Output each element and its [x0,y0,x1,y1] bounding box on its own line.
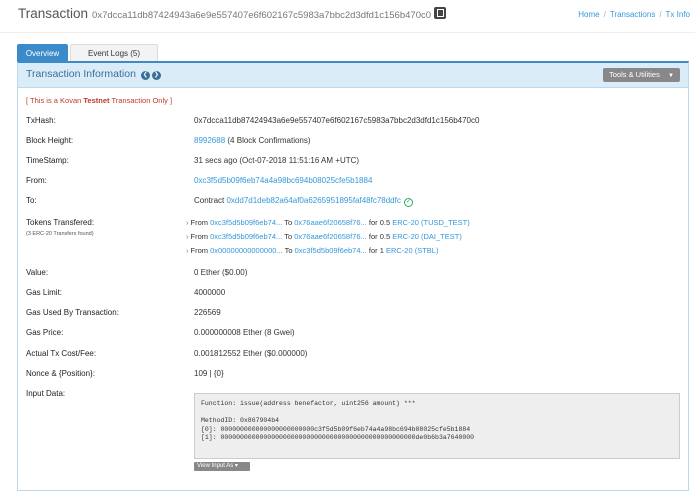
gas-limit-value: 4000000 [194,288,226,297]
input-line [201,409,673,418]
gas-used-label: Gas Used By Transaction: [26,308,119,317]
tools-utilities-button[interactable]: Tools & Utilities ▼ [603,68,680,82]
value-value: 0 Ether ($0.00) [194,268,248,277]
block-link[interactable]: 8992688 [194,136,225,145]
token-amount: 1 [379,246,384,255]
to-label: To: [26,196,37,205]
tx-cost-label: Actual Tx Cost/Fee: [26,349,97,358]
header-divider [0,32,695,33]
prev-arrow-icon[interactable]: ❮ [140,71,150,80]
token-link[interactable]: ERC-20 (TUSD_TEST) [392,218,470,227]
token-to-link[interactable]: 0xc3f5d5b09f6eb74... [295,246,367,255]
block-confirmations: (4 Block Confirmations) [227,136,311,145]
token-amount: 0.5 [379,232,391,241]
input-line: MethodID: 0x867904b4 [201,417,280,425]
gas-price-label: Gas Price: [26,328,64,337]
verified-check-icon: ✓ [403,198,413,207]
caret-down-icon: ▾ [234,463,238,469]
page-title: Transaction 0x7dcca11db87424943a6e9e55740… [18,6,447,21]
txhash-value: 0x7dcca11db87424943a6e9e557407e6f602167c… [194,116,480,125]
panel-title: Transaction Information ❮ ❯ [26,68,161,80]
arrow-right-icon: › [186,232,189,241]
token-from-link[interactable]: 0xc3f5d5b09f6eb74... [210,232,282,241]
nonce-label: Nonce & {Position}: [26,369,95,378]
notice-post: Transaction Only ] [109,96,173,105]
txhash-label: TxHash: [26,116,56,125]
block-value: 8992688 (4 Block Confirmations) [194,136,311,145]
from-address-link[interactable]: 0xc3f5d5b09f6eb74a4a98bc694b08025cfe5b18… [194,176,372,185]
gas-price-value: 0.000000008 Ether (8 Gwei) [194,328,295,337]
to-prefix: Contract [194,196,225,205]
tokens-label: Tokens Transfered: [26,218,95,227]
breadcrumb: Home / Transactions / Tx Info [578,10,690,19]
token-from-link[interactable]: 0xc3f5d5b09f6eb74... [210,218,282,227]
notice-pre: [ This is a Kovan [26,96,84,105]
breadcrumb-transactions[interactable]: Transactions [610,10,656,19]
token-link[interactable]: ERC-20 (STBL) [386,246,439,255]
breadcrumb-separator: / [603,10,606,19]
tab-event-logs[interactable]: Event Logs (5) [70,44,158,61]
token-to-link[interactable]: 0x76aae6f20658f76... [294,232,367,241]
token-transfer-row: › From 0xc3f5d5b09f6eb74... To 0x76aae6f2… [186,232,462,241]
nonce-value: 109 | {0} [194,369,224,378]
timestamp-label: TimeStamp: [26,156,69,165]
tools-label: Tools & Utilities [609,70,660,79]
to-value: Contract 0xdd7d1deb82a64af0a6265951895fa… [194,196,413,207]
token-to-link[interactable]: 0x76aae6f20658f76... [294,218,367,227]
page-header: Transaction 0x7dcca11db87424943a6e9e55740… [18,6,690,24]
title-text: Transaction [18,6,89,21]
tx-cost-value: 0.001812552 Ether ($0.000000) [194,349,308,358]
caret-down-icon: ▼ [668,73,674,79]
breadcrumb-current: Tx Info [665,10,690,19]
to-contract-link[interactable]: 0xdd7d1deb82a64af0a6265951895faf48fc78dd… [226,196,400,205]
breadcrumb-separator: / [659,10,662,19]
block-label: Block Height: [26,136,74,145]
tokens-sublabel: (3 ERC-20 Transfers found) [26,231,94,237]
transaction-panel: Transaction Information ❮ ❯ Tools & Utili… [17,61,689,491]
input-data-label: Input Data: [26,389,66,398]
token-from-link[interactable]: 0x00000000000000... [210,246,283,255]
token-link[interactable]: ERC-20 (DAI_TEST) [392,232,462,241]
view-input-as-button[interactable]: View Input As ▾ [194,462,250,471]
tab-overview[interactable]: Overview [17,44,68,61]
notice-bold: Testnet [83,96,110,105]
token-transfer-row: › From 0xc3f5d5b09f6eb74... To 0x76aae6f2… [186,218,470,227]
view-input-label: View Input As [197,463,234,469]
arrow-right-icon: › [186,218,189,227]
testnet-notice: [ This is a Kovan Testnet Transaction On… [26,96,172,105]
panel-title-text: Transaction Information [26,68,136,80]
token-transfer-row: › From 0x00000000000000... To 0xc3f5d5b09… [186,246,439,255]
gas-used-value: 226569 [194,308,221,317]
arrow-right-icon: › [186,246,189,255]
token-amount: 0.5 [379,218,391,227]
title-hash: 0x7dcca11db87424943a6e9e557407e6f602167c… [92,10,432,21]
input-line: Function: issue(address benefactor, uint… [201,400,416,407]
value-label: Value: [26,268,49,277]
input-line: [0]: 000000000000000000000000c3f5d5b09f6… [201,425,471,433]
timestamp-value: 31 secs ago (Oct-07-2018 11:51:16 AM +UT… [194,156,360,165]
next-arrow-icon[interactable]: ❯ [151,71,161,80]
input-data-textarea[interactable]: Function: issue(address benefactor, uint… [194,393,680,459]
panel-header: Transaction Information ❮ ❯ Tools & Utili… [18,63,688,88]
breadcrumb-home[interactable]: Home [578,10,599,19]
copy-icon[interactable] [434,7,447,19]
gas-limit-label: Gas Limit: [26,288,63,297]
input-line: [1]: 00000000000000000000000000000000000… [201,434,475,442]
from-label: From: [26,176,47,185]
